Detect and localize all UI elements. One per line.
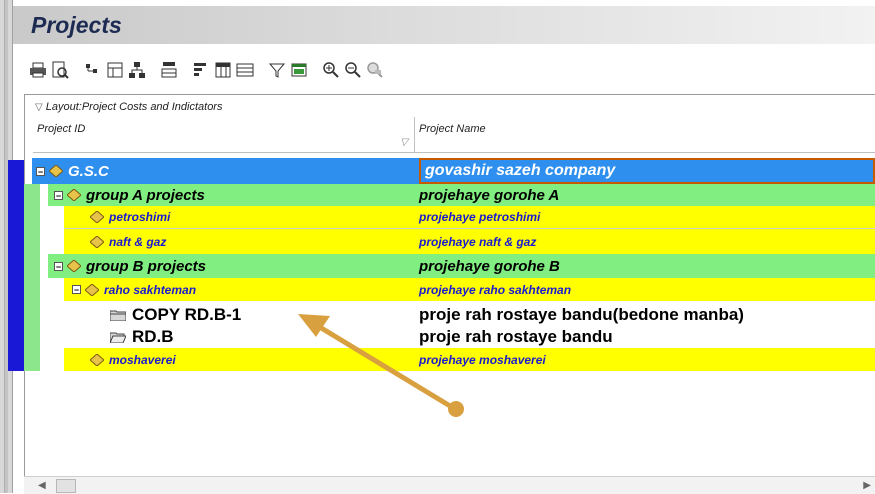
table-row[interactable]: − group A projects projehaye gorohe A bbox=[48, 184, 875, 206]
project-name-cell: proje rah rostaye bandu(bedone manba) bbox=[419, 304, 744, 326]
title-bar: Projects bbox=[13, 6, 875, 44]
table-row[interactable]: − raho sakhteman projehaye raho sakhtema… bbox=[64, 278, 875, 301]
eps-level-stripe bbox=[8, 160, 24, 371]
organize-icon[interactable] bbox=[105, 60, 125, 80]
project-name-text: projehaye naft & gaz bbox=[419, 234, 537, 249]
eps-icon bbox=[49, 165, 63, 177]
window-title: Projects bbox=[31, 12, 122, 38]
sort-icon: ▽ bbox=[400, 137, 408, 148]
spreadsheet-icon[interactable] bbox=[235, 60, 255, 80]
collapse-icon[interactable]: − bbox=[54, 261, 63, 271]
zoom-out-icon[interactable] bbox=[343, 60, 363, 80]
project-name-text: govashir sazeh company bbox=[425, 162, 616, 179]
project-name-text: proje rah rostaye bandu bbox=[419, 327, 613, 346]
project-id-cell: petroshimi bbox=[90, 206, 170, 228]
project-name-cell: govashir sazeh company bbox=[419, 158, 875, 184]
horizontal-scrollbar[interactable]: ◀ ▶ bbox=[24, 476, 875, 494]
eps-group-stripe bbox=[24, 184, 40, 371]
project-id-text: petroshimi bbox=[109, 210, 171, 224]
eps-icon bbox=[90, 235, 104, 248]
eps-icon bbox=[90, 211, 104, 223]
bars-icon[interactable] bbox=[191, 60, 211, 80]
scrollbar-thumb[interactable] bbox=[56, 479, 76, 493]
project-name-text: projehaye gorohe B bbox=[419, 257, 560, 275]
column-header-label: Project Name bbox=[419, 123, 486, 135]
table-row[interactable]: − group B projects projehaye gorohe B bbox=[48, 254, 875, 278]
project-name-cell: projehaye gorohe B bbox=[419, 254, 560, 278]
project-id-text: raho sakhteman bbox=[104, 282, 197, 297]
project-name-text: projehaye raho sakhteman bbox=[419, 282, 572, 297]
column-header-project-id[interactable]: Project ID ▽ bbox=[33, 117, 415, 153]
wbs-icon[interactable] bbox=[127, 60, 147, 80]
collapse-icon[interactable]: − bbox=[72, 285, 81, 295]
collapse-icon[interactable]: − bbox=[54, 190, 63, 200]
filter-icon[interactable] bbox=[267, 60, 287, 80]
column-header-project-name[interactable]: Project Name bbox=[415, 117, 875, 153]
project-name-text: projehaye moshaverei bbox=[419, 352, 546, 367]
project-name-cell: projehaye moshaverei bbox=[419, 348, 546, 371]
project-name-cell: projehaye gorohe A bbox=[419, 184, 559, 206]
print-icon[interactable] bbox=[28, 60, 48, 80]
zoom-in-icon[interactable] bbox=[321, 60, 341, 80]
scroll-left-icon[interactable]: ◀ bbox=[38, 480, 46, 491]
open-folder-icon bbox=[110, 332, 126, 343]
project-name-text: projehaye petroshimi bbox=[419, 210, 541, 224]
chevron-down-icon: ▽ bbox=[35, 102, 43, 113]
layout-icon[interactable] bbox=[289, 60, 309, 80]
project-id-text: group A projects bbox=[86, 186, 205, 204]
project-id-cell: moshaverei bbox=[90, 348, 176, 371]
eps-icon bbox=[90, 353, 104, 366]
print-preview-icon[interactable] bbox=[50, 60, 70, 80]
project-id-cell: − G.S.C bbox=[36, 158, 109, 184]
project-name-text: projehaye gorohe A bbox=[419, 186, 560, 204]
project-name-text: proje rah rostaye bandu(bedone manba) bbox=[419, 305, 744, 324]
layout-label[interactable]: ▽ Layout:Project Costs and Indictators bbox=[35, 101, 222, 113]
project-id-text: naft & gaz bbox=[109, 234, 167, 249]
table-row[interactable]: − G.S.C govashir sazeh company bbox=[32, 158, 875, 184]
scroll-right-icon[interactable]: ▶ bbox=[863, 480, 871, 491]
project-id-text: RD.B bbox=[132, 327, 174, 346]
project-id-cell: − group A projects bbox=[54, 184, 205, 206]
project-name-cell: proje rah rostaye bandu bbox=[419, 326, 613, 348]
toolbar bbox=[13, 54, 875, 88]
column-header-label: Project ID bbox=[37, 123, 86, 135]
folder-icon bbox=[110, 310, 126, 321]
table-row[interactable]: naft & gaz projehaye naft & gaz bbox=[64, 229, 875, 254]
columns-icon[interactable] bbox=[159, 60, 179, 80]
table-row[interactable]: moshaverei projehaye moshaverei bbox=[64, 348, 875, 371]
eps-icon bbox=[85, 283, 99, 296]
project-id-cell: − group B projects bbox=[54, 254, 206, 278]
table-row[interactable]: COPY RD.B-1 proje rah rostaye bandu(bedo… bbox=[80, 304, 875, 326]
group-by-icon[interactable] bbox=[83, 60, 103, 80]
eps-icon bbox=[67, 260, 81, 272]
project-name-cell: projehaye naft & gaz bbox=[419, 229, 536, 254]
project-id-cell: − raho sakhteman bbox=[72, 278, 196, 301]
project-id-cell: RD.B bbox=[110, 326, 174, 348]
project-id-text: COPY RD.B-1 bbox=[132, 305, 242, 324]
eps-icon bbox=[67, 189, 81, 201]
project-name-cell: projehaye petroshimi bbox=[419, 206, 540, 228]
project-id-text: moshaverei bbox=[109, 352, 176, 367]
project-id-cell: COPY RD.B-1 bbox=[110, 304, 241, 326]
layout-name: Layout:Project Costs and Indictators bbox=[45, 101, 223, 113]
table-icon[interactable] bbox=[213, 60, 233, 80]
project-id-text: G.S.C bbox=[68, 162, 109, 180]
project-id-cell: naft & gaz bbox=[90, 229, 166, 254]
table-row[interactable]: petroshimi projehaye petroshimi bbox=[64, 206, 875, 229]
project-id-text: group B projects bbox=[86, 257, 207, 275]
collapse-icon[interactable]: − bbox=[36, 166, 45, 176]
table-row[interactable]: RD.B proje rah rostaye bandu bbox=[80, 326, 875, 348]
project-name-cell: projehaye raho sakhteman bbox=[419, 278, 571, 301]
zoom-fit-icon[interactable] bbox=[365, 60, 385, 80]
